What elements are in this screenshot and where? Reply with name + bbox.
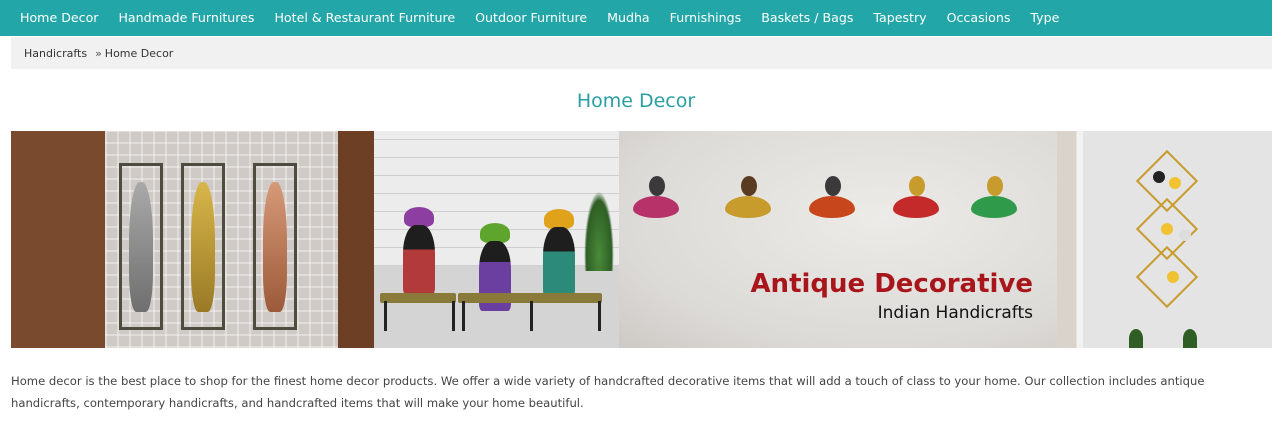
nav-item-outdoor-furniture[interactable]: Outdoor Furniture: [465, 0, 597, 36]
breadcrumb-current: Home Decor: [104, 46, 174, 60]
nav-item-baskets-bags[interactable]: Baskets / Bags: [751, 0, 863, 36]
nav-item-tapestry[interactable]: Tapestry: [863, 0, 936, 36]
nav-item-type[interactable]: Type: [1020, 0, 1069, 36]
nav-item-mudha[interactable]: Mudha: [597, 0, 660, 36]
top-navigation: Home Decor Handmade Furnitures Hotel & R…: [0, 0, 1272, 36]
category-description: Home decor is the best place to shop for…: [11, 374, 1205, 410]
banner-subline: Indian Handicrafts: [877, 303, 1033, 323]
nav-item-furnishings[interactable]: Furnishings: [660, 0, 752, 36]
banner-image-stool-figures: [374, 131, 619, 348]
nav-item-handmade-furnitures[interactable]: Handmade Furnitures: [108, 0, 264, 36]
banner-image-geometric-wall-art: [1057, 131, 1272, 348]
breadcrumb: Handicrafts » Home Decor: [11, 37, 1272, 69]
banner-image-framed-figures: [11, 131, 374, 348]
category-banner[interactable]: Antique Decorative Indian Handicrafts: [11, 131, 1272, 348]
banner-headline: Antique Decorative: [750, 269, 1033, 299]
breadcrumb-link-handicrafts[interactable]: Handicrafts: [24, 47, 87, 60]
nav-item-occasions[interactable]: Occasions: [937, 0, 1021, 36]
banner-image-antique-decorative: Antique Decorative Indian Handicrafts: [619, 131, 1057, 348]
nav-item-home-decor[interactable]: Home Decor: [10, 0, 108, 36]
nav-item-hotel-restaurant-furniture[interactable]: Hotel & Restaurant Furniture: [264, 0, 465, 36]
page-title: Home Decor: [576, 90, 696, 112]
breadcrumb-separator: »: [95, 46, 102, 60]
